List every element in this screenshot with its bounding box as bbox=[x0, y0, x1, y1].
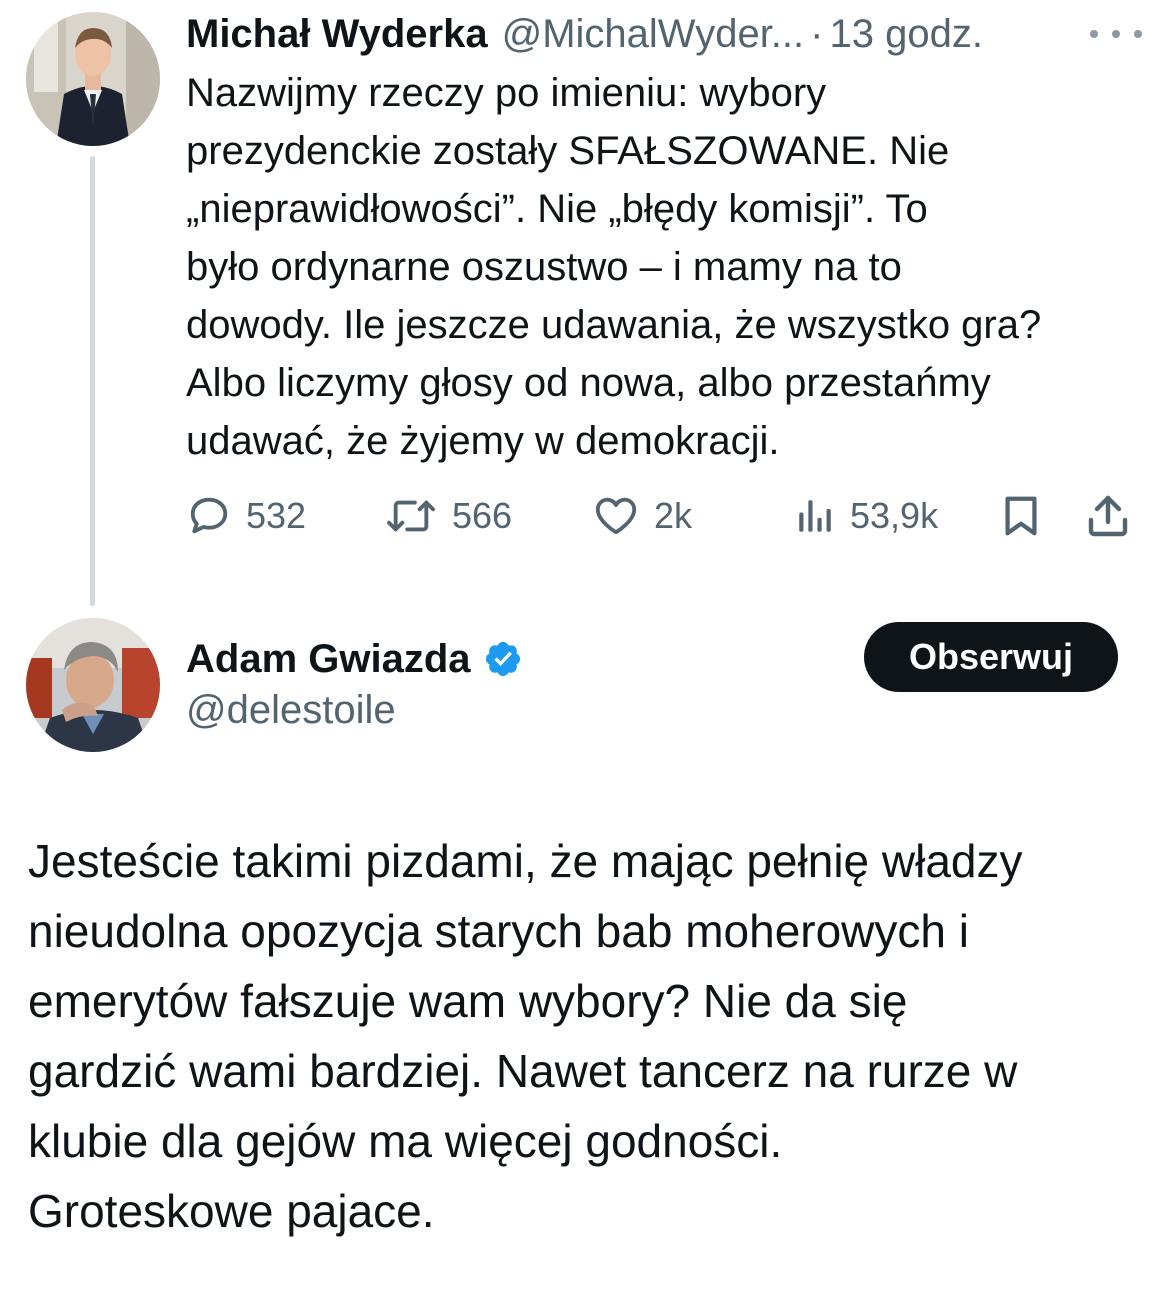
more-icon[interactable] bbox=[1090, 22, 1142, 46]
reply-icon bbox=[190, 497, 228, 534]
tweet-text-line: było ordynarne oszustwo – i mamy na to bbox=[186, 245, 902, 289]
share-icon bbox=[1088, 495, 1128, 537]
tweet-text-line: Jesteście takimi pizdami, że mając pełni… bbox=[28, 835, 1023, 887]
parent-tweet-text: Nazwijmy rzeczy po imieniu: wybory prezy… bbox=[186, 64, 1156, 470]
like-icon bbox=[595, 497, 637, 535]
author-handle[interactable]: @delestoile bbox=[186, 688, 396, 733]
reply-count: 532 bbox=[246, 495, 307, 536]
tweet-text-line: dowody. Ile jeszcze udawania, że wszystk… bbox=[186, 303, 1042, 347]
tweet-thread-view: Michał Wyderka @MichalWyder... · 13 godz… bbox=[0, 0, 1170, 1291]
separator-dot: · bbox=[810, 12, 824, 56]
tweet-text-line: Nazwijmy rzeczy po imieniu: wybory bbox=[186, 71, 827, 115]
reply-tweet-text: Jesteście takimi pizdami, że mając pełni… bbox=[28, 826, 1148, 1246]
tweet-text-line: Groteskowe pajace. bbox=[28, 1185, 435, 1237]
tweet-text-line: Albo liczymy głosy od nowa, albo przesta… bbox=[186, 361, 991, 405]
views-button[interactable]: 53,9k bbox=[794, 488, 938, 544]
tweet-text-line: „nieprawidłowości”. Nie „błędy komisji”.… bbox=[186, 187, 928, 231]
parent-tweet-header: Michał Wyderka @MichalWyder... · 13 godz… bbox=[186, 10, 983, 58]
tweet-text-line: nieudolna opozycja starych bab moherowyc… bbox=[28, 905, 969, 957]
repost-count: 566 bbox=[452, 495, 513, 536]
verified-icon bbox=[485, 641, 520, 677]
tweet-text-line: gardzić wami bardziej. Nawet tancerz na … bbox=[28, 1045, 1018, 1097]
tweet-text-line: emerytów fałszuje wam wybory? Nie da się bbox=[28, 975, 908, 1027]
author-name[interactable]: Adam Gwiazda bbox=[186, 637, 471, 682]
repost-icon bbox=[387, 500, 435, 532]
bookmark-icon bbox=[1005, 496, 1037, 536]
like-count: 2k bbox=[654, 495, 693, 536]
avatar-michal-wyderka[interactable] bbox=[26, 12, 160, 146]
reply-author-row: Adam Gwiazda bbox=[186, 632, 523, 686]
author-handle[interactable]: @MichalWyder... bbox=[502, 10, 805, 58]
tweet-text-line: prezydenckie zostały SFAŁSZOWANE. Nie bbox=[186, 129, 950, 173]
follow-button[interactable]: Obserwuj bbox=[864, 622, 1118, 692]
reply-button[interactable]: 532 bbox=[186, 488, 306, 544]
repost-button[interactable]: 566 bbox=[384, 488, 512, 544]
bookmark-button[interactable] bbox=[998, 488, 1044, 544]
tweet-text-line: udawać, że żyjemy w demokracji. bbox=[186, 419, 780, 463]
tweet-timestamp[interactable]: 13 godz. bbox=[829, 10, 982, 58]
like-button[interactable]: 2k bbox=[592, 488, 692, 544]
share-button[interactable] bbox=[1084, 488, 1132, 544]
tweet-action-bar: 532 566 2k 53,9k bbox=[186, 488, 1146, 544]
thread-connector-line bbox=[90, 156, 95, 606]
author-name[interactable]: Michał Wyderka bbox=[186, 10, 488, 58]
views-icon bbox=[799, 500, 831, 532]
tweet-text-line: klubie dla gejów ma więcej godności. bbox=[28, 1115, 783, 1167]
avatar-adam-gwiazda[interactable] bbox=[26, 618, 160, 752]
views-count: 53,9k bbox=[850, 495, 939, 536]
